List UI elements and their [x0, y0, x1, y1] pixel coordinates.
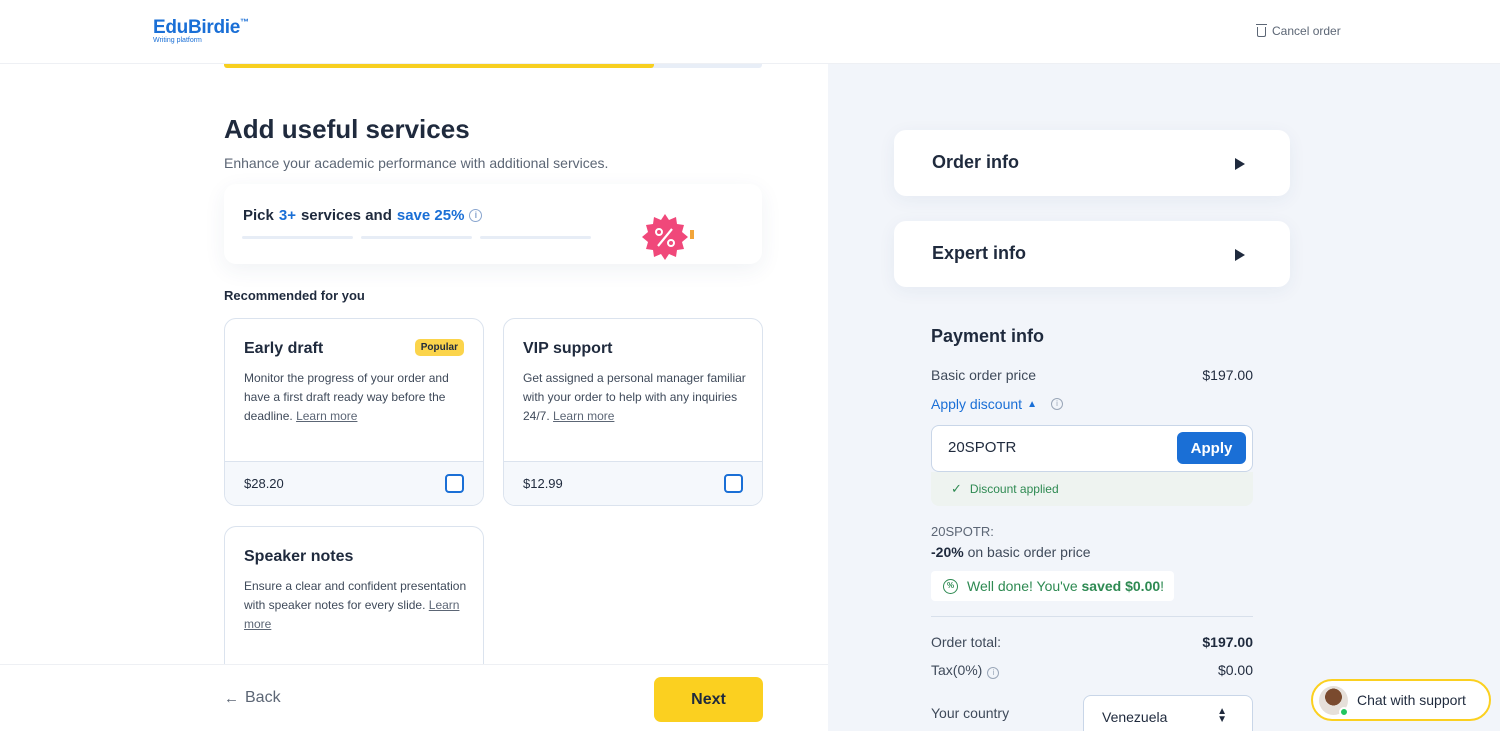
logo-trademark: ™: [240, 17, 250, 27]
promo-text: Pick 3+ services and save 25% i: [243, 207, 483, 224]
services-panel: Add useful services Enhance your academi…: [0, 64, 828, 664]
service-title: VIP support: [523, 340, 613, 357]
percent-icon: %: [943, 578, 958, 594]
recommended-heading: Recommended for you: [224, 288, 365, 303]
top-header: EduBirdie™ Writing platform Cancel order: [0, 0, 1500, 64]
apply-discount-toggle[interactable]: Apply discount ▲ i: [931, 396, 1063, 412]
next-button[interactable]: Next: [654, 677, 763, 722]
applied-code-description: -20% on basic order price: [931, 544, 1091, 560]
cancel-order-label: Cancel order: [1272, 24, 1341, 38]
service-card-vip-support[interactable]: VIP support Get assigned a personal mana…: [503, 318, 763, 506]
discount-code-box: Apply: [931, 425, 1253, 472]
country-value: Venezuela: [1102, 709, 1168, 725]
service-title: Speaker notes: [244, 548, 354, 565]
savings-suffix: !: [1160, 578, 1165, 594]
discount-percent: -20%: [931, 544, 964, 560]
order-summary-panel: Order info Expert info Payment info Basi…: [828, 64, 1500, 731]
service-price: $28.20: [244, 476, 284, 491]
progress-fill: [224, 64, 655, 68]
cancel-order-button[interactable]: Cancel order: [1256, 24, 1341, 38]
edubirdie-logo[interactable]: EduBirdie™ Writing platform: [153, 17, 249, 44]
divider: [931, 616, 1253, 617]
promo-count: 3+: [278, 207, 296, 224]
online-status-dot: [1339, 707, 1349, 717]
basic-price-label: Basic order price: [931, 367, 1037, 383]
savings-amount: saved $0.00: [1081, 578, 1161, 594]
select-arrows-icon: ▲ ▼: [1217, 706, 1227, 725]
order-progress-bar: [224, 64, 762, 68]
chat-with-support-button[interactable]: Chat with support: [1311, 679, 1491, 721]
expert-info-accordion[interactable]: Expert info: [894, 221, 1290, 287]
order-info-accordion[interactable]: Order info: [894, 130, 1290, 196]
country-select[interactable]: Venezuela ▲ ▼: [1083, 695, 1253, 731]
page-title: Add useful services: [224, 114, 470, 144]
service-description: Monitor the progress of your order and h…: [244, 369, 470, 426]
discount-badge-icon: [642, 214, 694, 260]
expand-arrow-icon: [1235, 158, 1245, 170]
order-total-row: Order total: $197.00: [931, 634, 1253, 650]
service-checkbox[interactable]: [445, 474, 464, 493]
service-price: $12.99: [523, 476, 563, 491]
info-icon[interactable]: i: [1050, 398, 1063, 410]
basic-price-row: Basic order price $197.00: [931, 367, 1253, 383]
popular-badge: Popular: [414, 339, 464, 356]
basic-price-value: $197.00: [1202, 367, 1253, 383]
tax-value: $0.00: [1217, 662, 1253, 678]
chat-label: Chat with support: [1357, 692, 1466, 708]
service-checkbox[interactable]: [724, 474, 743, 493]
service-description: Ensure a clear and confident presentatio…: [244, 577, 470, 634]
trash-icon: [1256, 24, 1267, 37]
promo-banner: Pick 3+ services and save 25% i: [224, 184, 762, 264]
chevron-up-icon: ▲: [1027, 398, 1037, 410]
country-label: Your country: [931, 705, 1010, 721]
promo-step: [361, 236, 472, 239]
service-title: Early draft: [244, 340, 324, 357]
savings-prefix: Well done! You've: [967, 578, 1078, 594]
discount-applied-status: ✓ Discount applied: [931, 472, 1253, 506]
promo-step: [242, 236, 353, 239]
info-icon[interactable]: i: [987, 667, 1000, 679]
tax-label: Tax(0%): [931, 662, 983, 678]
order-total-label: Order total:: [931, 634, 1002, 650]
expert-info-title: Expert info: [932, 243, 1027, 263]
service-card-early-draft[interactable]: Early draft Popular Monitor the progress…: [224, 318, 484, 506]
apply-button[interactable]: Apply: [1177, 432, 1246, 464]
promo-pick: Pick: [243, 207, 274, 224]
savings-text: Well done! You've saved $0.00!: [967, 578, 1164, 594]
logo-name: EduBirdie: [153, 17, 241, 38]
back-button[interactable]: ← Back: [224, 689, 281, 707]
learn-more-link[interactable]: Learn more: [296, 409, 357, 423]
tax-row: Tax(0%) i $0.00: [931, 662, 1253, 679]
promo-save: save 25%: [396, 207, 465, 224]
promo-services: services and: [300, 207, 392, 224]
discount-applied-label: Discount applied: [969, 482, 1059, 496]
service-card-speaker-notes[interactable]: Speaker notes Ensure a clear and confide…: [224, 526, 484, 664]
bottom-nav-bar: ← Back Next: [0, 664, 828, 731]
arrow-left-icon: ←: [224, 689, 239, 707]
order-total-value: $197.00: [1202, 634, 1253, 650]
promo-progress: [242, 236, 591, 239]
back-label: Back: [245, 689, 281, 706]
order-info-title: Order info: [932, 152, 1020, 172]
apply-discount-label: Apply discount: [931, 396, 1023, 412]
discount-scope: on basic order price: [967, 544, 1091, 560]
discount-code-input[interactable]: [948, 439, 1158, 456]
payment-info-title: Payment info: [931, 326, 1045, 346]
learn-more-link[interactable]: Learn more: [553, 409, 614, 423]
service-description: Get assigned a personal manager familiar…: [523, 369, 749, 426]
service-footer: $12.99: [504, 461, 762, 505]
info-icon[interactable]: i: [469, 209, 483, 222]
check-icon: ✓: [951, 481, 962, 496]
service-footer: $28.20: [225, 461, 483, 505]
savings-message: % Well done! You've saved $0.00!: [931, 571, 1175, 601]
page-subtitle: Enhance your academic performance with a…: [224, 155, 609, 171]
applied-code-label: 20SPOTR:: [931, 524, 994, 539]
promo-step: [480, 236, 591, 239]
expand-arrow-icon: [1235, 249, 1245, 261]
